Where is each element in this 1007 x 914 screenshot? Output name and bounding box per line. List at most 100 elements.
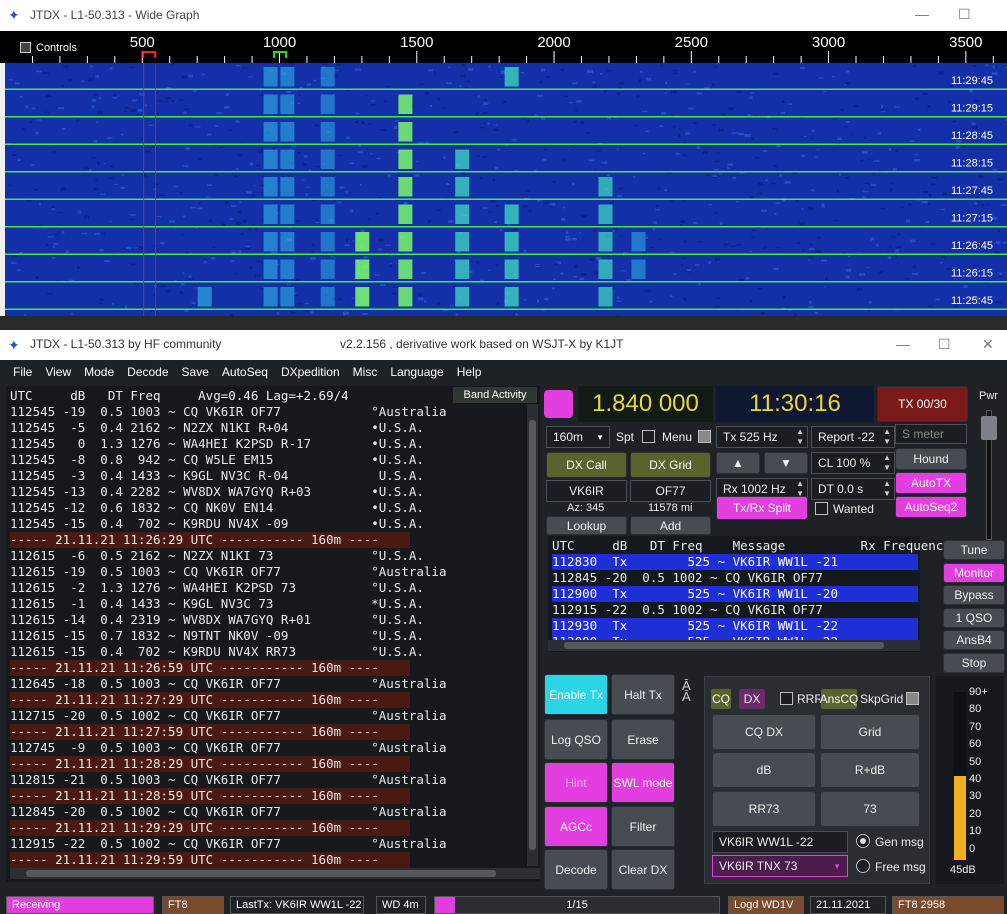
clear-dx-button[interactable]: Clear DX	[611, 849, 675, 890]
rrr-checkbox[interactable]	[780, 692, 793, 705]
menu-decode[interactable]: Decode	[127, 365, 168, 379]
spin-down-icon[interactable]: ▼	[883, 437, 891, 446]
one-qso-button[interactable]: 1 QSO	[943, 607, 1005, 628]
generated-message-field[interactable]: VK6IR WW1L -22	[712, 831, 848, 853]
dx-grid-button[interactable]: DX Grid	[630, 452, 711, 478]
decode-line[interactable]: 112545 -13 0.4 2282 ~ WV8DX WA7GYQ R+03 …	[10, 484, 447, 500]
tx-rx-split-button[interactable]: Tx/Rx Split	[716, 496, 808, 520]
report-spinbox[interactable]: Report -22 ▲ ▼	[811, 426, 895, 448]
decode-list[interactable]: 112545 -19 0.5 1003 ~ CQ VK6IR OF77 °Aus…	[10, 404, 447, 868]
cq-dx-button[interactable]: CQ DX	[712, 714, 816, 750]
band-select[interactable]: 160m ▼	[546, 426, 610, 448]
dx-call-button[interactable]: DX Call	[546, 452, 627, 478]
tx-up-button[interactable]: ▲	[716, 452, 760, 474]
r-db-button[interactable]: R+dB	[820, 752, 920, 788]
decode-line[interactable]: 112545 -5 0.4 2162 ~ N2ZX N1KI R+04 •U.S…	[10, 420, 447, 436]
dt-spinbox[interactable]: DT 0.0 s ▲ ▼	[811, 478, 895, 500]
frequency-scale[interactable]: Controls 500 1000 1500 2000 2500 3000 3500	[0, 31, 1007, 63]
cl-spinbox[interactable]: CL 100 % ▲ ▼	[811, 452, 895, 474]
spin-up-icon[interactable]: ▲	[796, 427, 804, 436]
decode-line[interactable]: 112615 -6 0.5 2162 ~ N2ZX N1KI 73 °U.S.A…	[10, 548, 447, 564]
rx-message-line[interactable]: 112915 -22 0.5 1002 ~ CQ VK6IR OF77	[552, 602, 918, 618]
menu-save[interactable]: Save	[182, 365, 209, 379]
agcc-button[interactable]: AGCc	[544, 806, 608, 847]
menu-language[interactable]: Language	[390, 365, 443, 379]
decode-button[interactable]: Decode	[544, 849, 608, 890]
bypass-button[interactable]: Bypass	[943, 585, 1005, 605]
decode-line[interactable]: 112915 -22 0.5 1002 ~ CQ VK6IR OF77 °Aus…	[10, 836, 447, 852]
menu-view[interactable]: View	[45, 365, 71, 379]
gen-msg-radio[interactable]	[856, 834, 870, 848]
menu-help[interactable]: Help	[457, 365, 482, 379]
menu-misc[interactable]: Misc	[353, 365, 378, 379]
band-activity-pane[interactable]: UTC dB DT Freq Avg=0.46 Lag=+2.69/4 Band…	[6, 386, 540, 882]
decode-line[interactable]: 112615 -14 0.4 2319 ~ WV8DX WA7GYQ R+01 …	[10, 612, 447, 628]
dx-call-field[interactable]: VK6IR	[546, 480, 627, 502]
tx-message-line[interactable]: 112930 Tx 525 ~ VK6IR WW1L -22	[552, 618, 918, 634]
period-separator[interactable]: ----- 21.11.21 11:28:29 UTC ----------- …	[10, 756, 410, 772]
db-button[interactable]: dB	[712, 752, 816, 788]
wanted-checkbox[interactable]	[815, 502, 828, 515]
73-button[interactable]: 73	[820, 791, 920, 827]
menu-dxpedition[interactable]: DXpedition	[281, 365, 340, 379]
period-separator[interactable]: ----- 21.11.21 11:28:59 UTC ----------- …	[10, 788, 410, 804]
add-button[interactable]: Add	[630, 516, 711, 535]
font-size-icon[interactable]: ĀĀ	[682, 679, 691, 703]
erase-button[interactable]: Erase	[611, 719, 675, 760]
spt-checkbox[interactable]	[642, 430, 655, 443]
spin-down-icon[interactable]: ▼	[796, 437, 804, 446]
decode-line[interactable]: 112715 -20 0.5 1002 ~ CQ VK6IR OF77 °Aus…	[10, 708, 447, 724]
tx-down-button[interactable]: ▼	[764, 452, 808, 474]
decode-vertical-scrollbar[interactable]	[527, 404, 538, 866]
hint-button[interactable]: Hint	[544, 762, 608, 803]
tx-message-line[interactable]: 112830 Tx 525 ~ VK6IR WW1L -21	[552, 554, 918, 570]
rx-frequency-pane[interactable]: UTC dB DT Freq Message Rx Frequency 1128…	[548, 536, 951, 652]
period-separator[interactable]: ----- 21.11.21 11:29:59 UTC ----------- …	[10, 852, 410, 868]
grid-button[interactable]: Grid	[820, 714, 920, 750]
skpgrid-checkbox[interactable]	[906, 692, 919, 705]
decode-line[interactable]: 112745 -9 0.5 1003 ~ CQ VK6IR OF77 °Aust…	[10, 740, 447, 756]
cq-toggle[interactable]: CQ	[710, 688, 732, 710]
decode-line[interactable]: 112845 -20 0.5 1002 ~ CQ VK6IR OF77 °Aus…	[10, 804, 447, 820]
period-separator[interactable]: ----- 21.11.21 11:26:29 UTC ----------- …	[10, 532, 410, 548]
decode-line[interactable]: 112815 -21 0.5 1003 ~ CQ VK6IR OF77 °Aus…	[10, 772, 447, 788]
menu-file[interactable]: File	[13, 365, 32, 379]
hound-button[interactable]: Hound	[895, 448, 967, 470]
period-separator[interactable]: ----- 21.11.21 11:27:29 UTC ----------- …	[10, 692, 410, 708]
spin-up-icon[interactable]: ▲	[796, 479, 804, 488]
s-meter-field[interactable]: S meter	[895, 424, 967, 444]
decode-line[interactable]: 112615 -1 0.4 1433 ~ K9GL NV3C 73 *U.S.A…	[10, 596, 447, 612]
menu-checkbox[interactable]	[698, 430, 711, 443]
spin-up-icon[interactable]: ▲	[883, 479, 891, 488]
minimize-icon[interactable]: —	[915, 6, 929, 22]
swl-mode-button[interactable]: SWL mode	[611, 762, 675, 803]
decode-line[interactable]: 112645 -18 0.5 1003 ~ CQ VK6IR OF77 °Aus…	[10, 676, 447, 692]
stop-button[interactable]: Stop	[943, 652, 1005, 673]
decode-line[interactable]: 112545 -8 0.8 942 ~ CQ W5LE EM15 •U.S.A.	[10, 452, 447, 468]
minimize-icon[interactable]: —	[896, 336, 910, 352]
period-separator[interactable]: ----- 21.11.21 11:29:29 UTC ----------- …	[10, 820, 410, 836]
autoseq2-button[interactable]: AutoSeq2	[895, 496, 967, 518]
decode-line[interactable]: 112545 -19 0.5 1003 ~ CQ VK6IR OF77 °Aus…	[10, 404, 447, 420]
filter-button[interactable]: Filter	[611, 806, 675, 847]
period-separator[interactable]: ----- 21.11.21 11:27:59 UTC ----------- …	[10, 724, 410, 740]
log-qso-button[interactable]: Log QSO	[544, 719, 608, 760]
maximize-icon[interactable]: ☐	[938, 336, 951, 353]
rx-list[interactable]: 112830 Tx 525 ~ VK6IR WW1L -21 112845 -20…	[552, 554, 918, 650]
tx-message-line[interactable]: 112900 Tx 525 ~ VK6IR WW1L -20	[552, 586, 918, 602]
spin-down-icon[interactable]: ▼	[883, 463, 891, 472]
anscq-toggle[interactable]: AnsCQ	[820, 688, 858, 710]
halt-tx-button[interactable]: Halt Tx	[611, 674, 675, 715]
free-msg-radio[interactable]	[856, 859, 870, 873]
decode-line[interactable]: 112545 -12 0.6 1832 ~ CQ NK0V EN14 •U.S.…	[10, 500, 447, 516]
waterfall-display[interactable]: 11:29:45 11:29:15 11:28:45 11:28:15 11:27:45…	[5, 63, 1007, 316]
period-separator[interactable]: ----- 21.11.21 11:26:59 UTC ----------- …	[10, 660, 410, 676]
decode-line[interactable]: 112615 -2 1.3 1276 ~ WA4HEI K2PSD 73 °U.…	[10, 580, 447, 596]
free-message-select[interactable]: VK6IR TNX 73 ▼	[712, 855, 848, 877]
ansb4-button[interactable]: AnsB4	[943, 630, 1005, 650]
monitor-button[interactable]: Monitor	[943, 562, 1005, 583]
decode-line[interactable]: 112545 0 1.3 1276 ~ WA4HEI K2PSD R-17 •U…	[10, 436, 447, 452]
rx-horizontal-scrollbar[interactable]	[548, 640, 920, 651]
dx-toggle[interactable]: DX	[738, 688, 766, 710]
tx-counter-button[interactable]: TX 00/30	[877, 386, 968, 422]
